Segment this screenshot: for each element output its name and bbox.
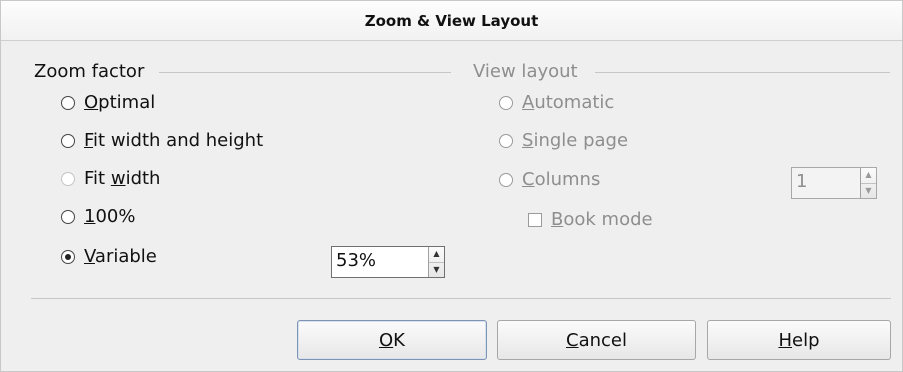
radio-fit-width[interactable]: Fit width [61, 168, 160, 189]
variable-zoom-stepper[interactable]: ▲ ▼ [428, 247, 444, 277]
view-layout-heading: View layout [473, 61, 578, 82]
spin-up-icon[interactable]: ▲ [429, 247, 444, 262]
radio-100-percent-indicator[interactable] [61, 209, 75, 224]
ok-button[interactable]: OK [297, 320, 487, 360]
cancel-button-label: Cancel [566, 329, 627, 351]
dialog-title: Zoom & View Layout [364, 11, 539, 30]
radio-fit-width-and-height-label: Fit width and height [84, 130, 264, 151]
spin-down-icon[interactable]: ▼ [861, 182, 876, 199]
radio-single-page-label: Single page [522, 130, 629, 151]
radio-automatic[interactable]: Automatic [499, 92, 614, 113]
radio-variable-indicator[interactable] [61, 249, 75, 264]
spin-down-icon[interactable]: ▼ [429, 261, 444, 278]
radio-columns-label: Columns [522, 169, 601, 190]
variable-zoom-spinbox[interactable]: 53% ▲ ▼ [331, 246, 445, 278]
columns-value[interactable]: 1 [792, 168, 860, 198]
help-button[interactable]: Help [707, 320, 891, 360]
radio-100-percent[interactable]: 100% [61, 206, 135, 227]
variable-zoom-value[interactable]: 53% [332, 247, 428, 277]
radio-fit-width-and-height-indicator[interactable] [61, 133, 75, 148]
button-separator [31, 298, 891, 299]
columns-stepper[interactable]: ▲ ▼ [860, 168, 876, 198]
zoom-factor-divider [159, 72, 451, 73]
spin-up-icon[interactable]: ▲ [861, 168, 876, 183]
checkbox-book-mode-label: Book mode [551, 209, 653, 230]
radio-fit-width-label: Fit width [84, 168, 161, 189]
help-button-label: Help [778, 329, 820, 351]
radio-100-percent-label: 100% [84, 206, 136, 227]
radio-single-page-indicator[interactable] [499, 133, 513, 148]
dialog-title-bar[interactable]: Zoom & View Layout [1, 1, 902, 41]
zoom-view-layout-dialog: Zoom & View Layout Zoom factor Optimal F… [0, 0, 903, 372]
radio-variable[interactable]: Variable [61, 246, 157, 267]
columns-spinbox[interactable]: 1 ▲ ▼ [791, 167, 877, 199]
radio-optimal-indicator[interactable] [61, 95, 75, 110]
checkbox-book-mode[interactable]: Book mode [528, 209, 653, 230]
ok-button-label: OK [379, 329, 405, 351]
radio-single-page[interactable]: Single page [499, 130, 628, 151]
radio-columns-indicator[interactable] [499, 172, 513, 187]
view-layout-divider [595, 72, 890, 73]
zoom-factor-heading: Zoom factor [34, 61, 145, 82]
radio-fit-width-and-height[interactable]: Fit width and height [61, 130, 263, 151]
radio-optimal[interactable]: Optimal [61, 92, 155, 113]
radio-variable-label: Variable [84, 246, 157, 267]
checkbox-book-mode-box[interactable] [528, 212, 542, 227]
radio-columns[interactable]: Columns [499, 169, 600, 190]
radio-automatic-indicator[interactable] [499, 95, 513, 110]
radio-automatic-label: Automatic [522, 92, 615, 113]
radio-optimal-label: Optimal [84, 92, 156, 113]
radio-fit-width-indicator[interactable] [61, 171, 75, 186]
cancel-button[interactable]: Cancel [497, 320, 696, 360]
